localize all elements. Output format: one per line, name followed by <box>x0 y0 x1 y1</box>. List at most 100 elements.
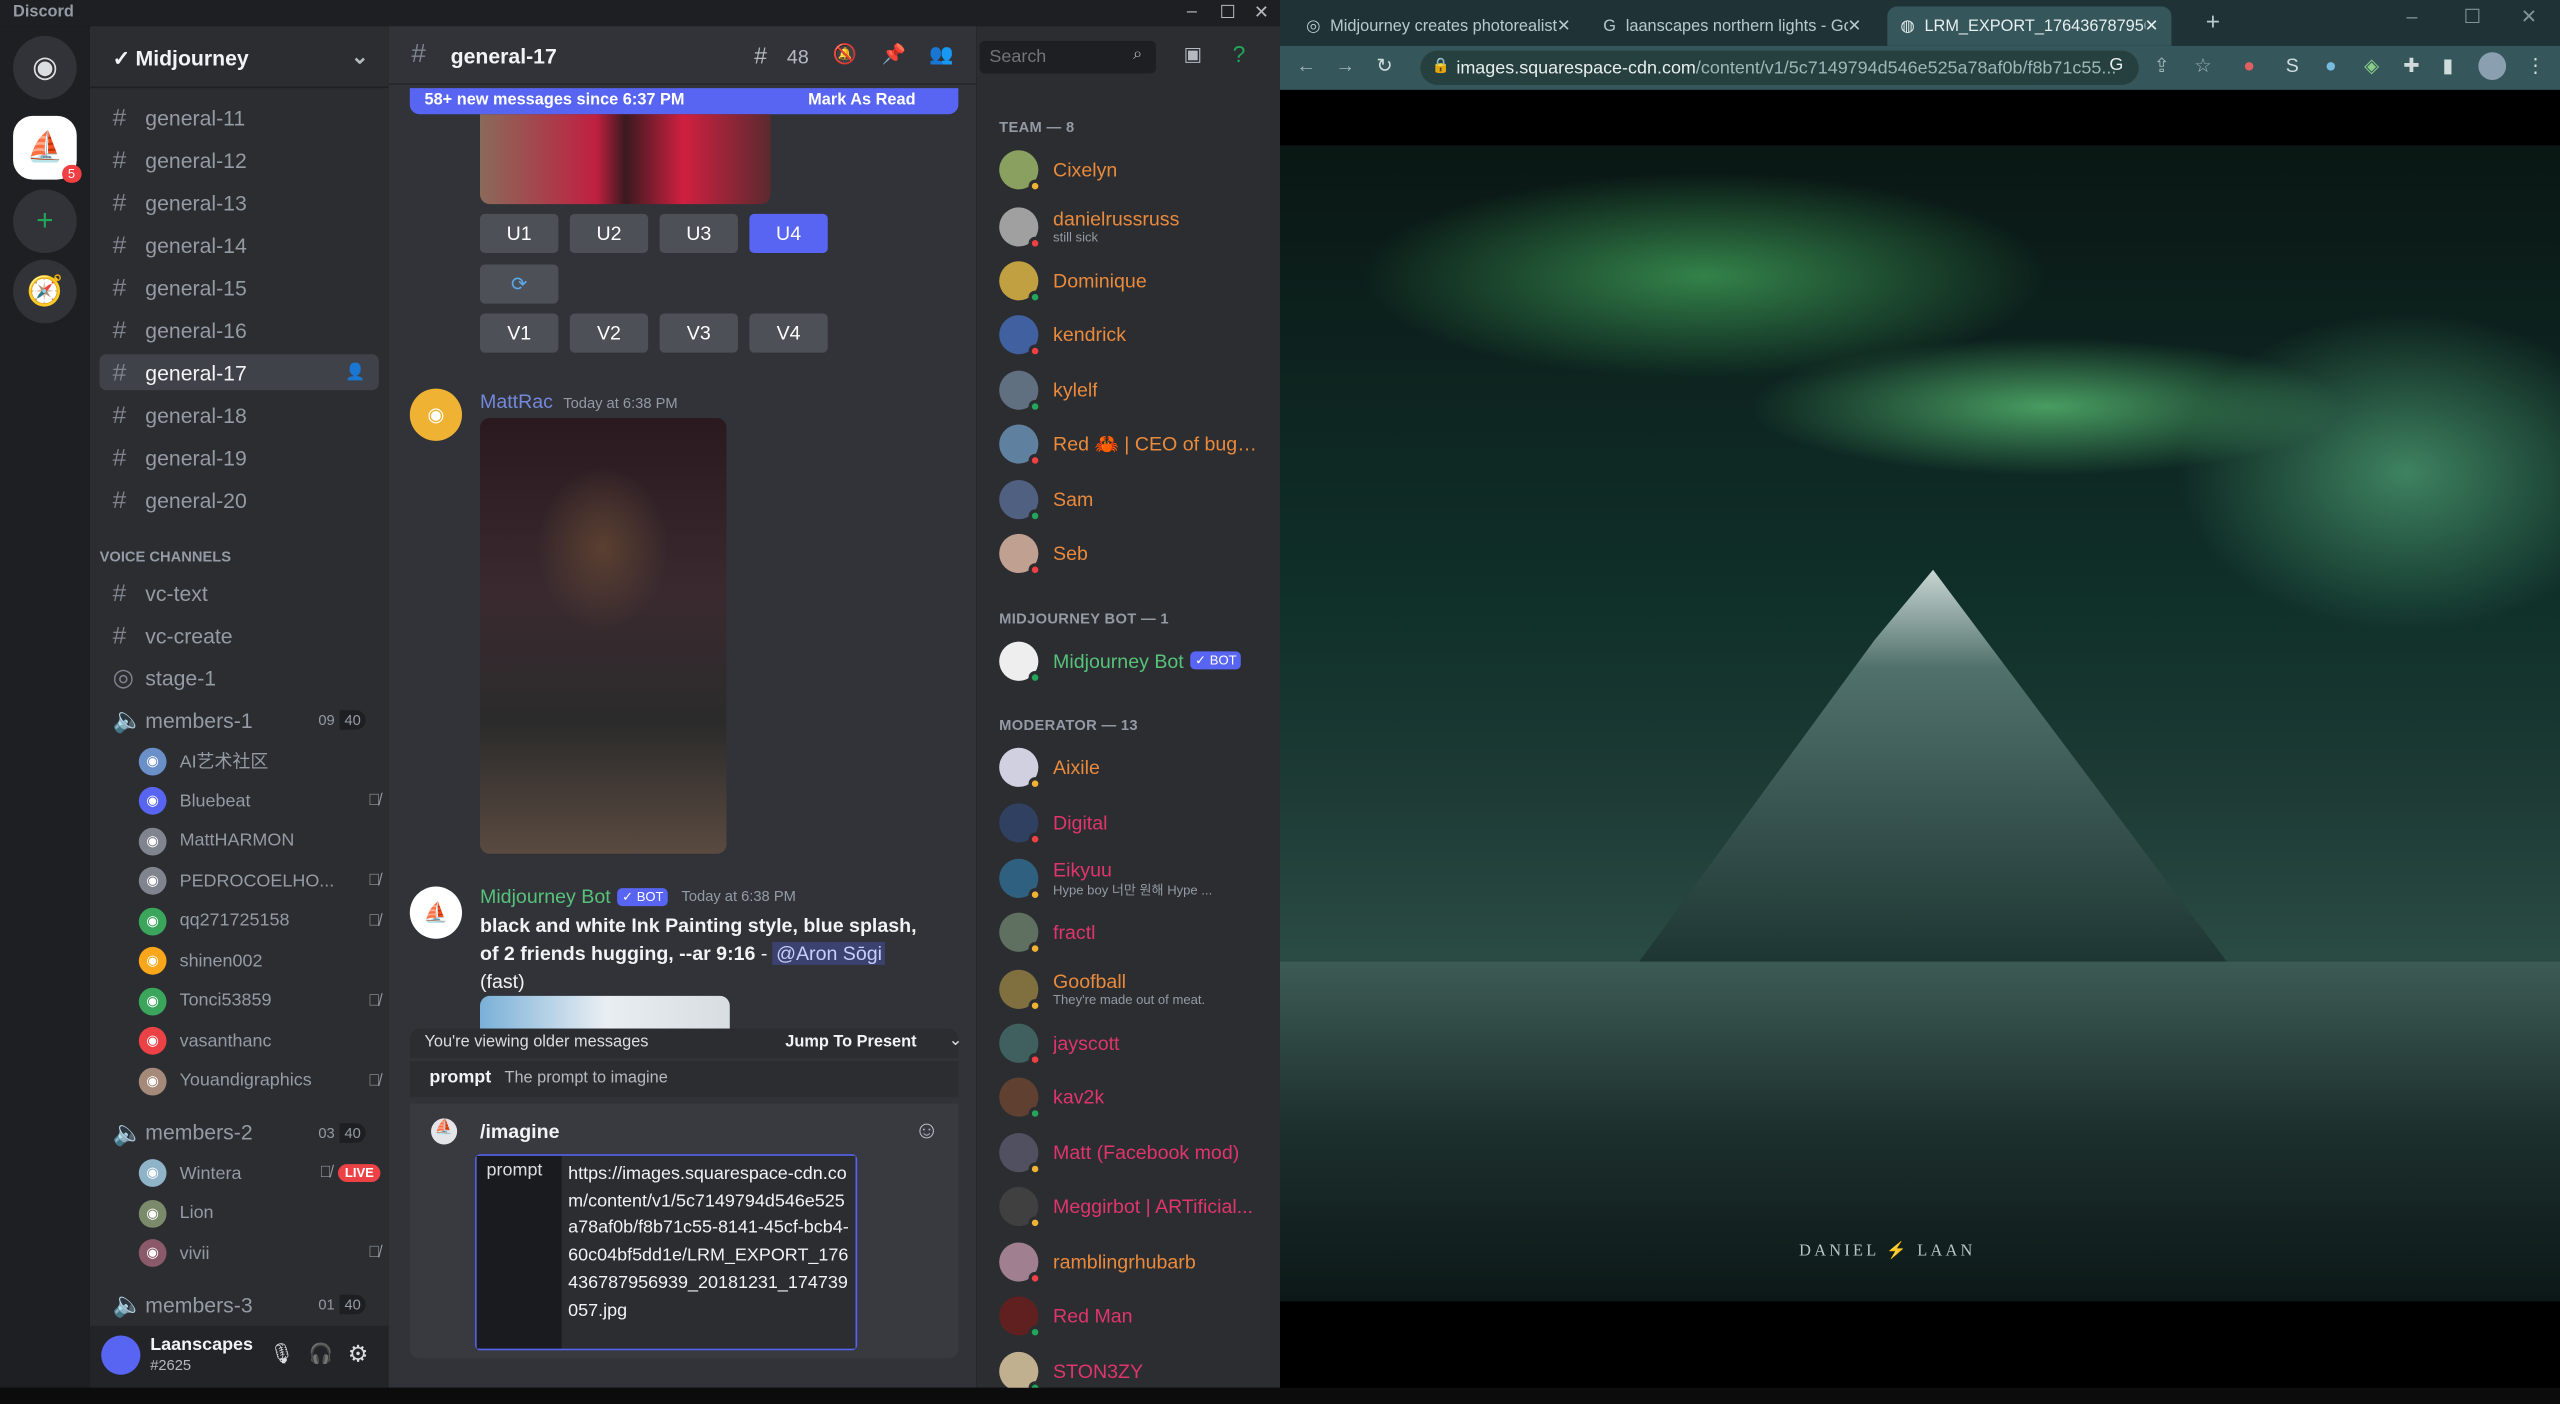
mark-as-read-button[interactable]: Mark As Read <box>808 91 915 109</box>
mute-bell-icon[interactable]: 🔕 <box>833 42 857 65</box>
settings-gear-icon[interactable]: ⚙ <box>348 1340 369 1368</box>
help-icon[interactable]: ? <box>1233 41 1246 67</box>
voice-user[interactable]: ◉ qq271725158 🎙̸ <box>138 903 380 939</box>
new-messages-banner[interactable]: 58+ new messages since 6:37 PM Mark As R… <box>409 88 959 115</box>
member-digital[interactable]: Digital <box>999 798 1277 847</box>
menu-kebab-icon[interactable]: ⋮ <box>2526 54 2546 77</box>
channel-general-12[interactable]: # general-12 <box>100 142 379 178</box>
side-panel-icon[interactable]: ▮ <box>2442 54 2453 77</box>
add-member-icon[interactable]: 👤 <box>345 363 365 381</box>
minimize-icon[interactable]: – <box>1187 2 1197 22</box>
member-sam[interactable]: Sam <box>999 474 1277 523</box>
inbox-icon[interactable]: ▣ <box>1184 42 1203 65</box>
bookmark-star-icon[interactable]: ☆ <box>2194 54 2212 77</box>
emoji-icon[interactable]: ☺ <box>914 1117 939 1145</box>
extension-s-icon[interactable]: S <box>2286 54 2299 77</box>
shield-extension-icon[interactable]: ◈ <box>2364 54 2379 77</box>
bot-avatar[interactable]: ⛵ <box>409 886 463 939</box>
member-goofball[interactable]: Goofball They're made out of meat. <box>999 962 1277 1014</box>
member-eikyuu[interactable]: Eikyuu Hype boy 너만 원해 Hype ... <box>999 852 1277 904</box>
member-dominique[interactable]: Dominique <box>999 256 1277 305</box>
voice-user[interactable]: ◉ vasanthanc <box>138 1023 381 1059</box>
member-cixelyn[interactable]: Cixelyn <box>999 145 1277 194</box>
voice-user[interactable]: ◉ PEDROCOELHO... 🎙̸ <box>138 863 380 899</box>
channel-vc-text[interactable]: # vc-text <box>100 575 379 611</box>
close-tab-icon[interactable]: ✕ <box>1557 17 1571 35</box>
variation-V1[interactable]: V1 <box>479 313 559 353</box>
pin-icon[interactable]: 📌 <box>882 42 906 65</box>
avatar[interactable]: ◉ <box>409 388 463 441</box>
voice-user[interactable]: ◉ Lion <box>138 1195 381 1231</box>
upscale-U2[interactable]: U2 <box>569 213 649 254</box>
jump-to-present-button[interactable]: Jump To Present <box>785 1033 916 1051</box>
headphones-icon[interactable]: 🎧 <box>309 1342 333 1365</box>
prompt-field[interactable]: prompt https://images.squarespace-cdn.co… <box>475 1154 858 1351</box>
user-avatar[interactable] <box>101 1335 141 1375</box>
member-meggirbot[interactable]: Meggirbot | ARTificial... <box>999 1182 1277 1231</box>
upscale-U1[interactable]: U1 <box>479 213 559 254</box>
channel-general-16[interactable]: # general-16 <box>100 312 379 348</box>
extension-icon[interactable]: ● <box>2243 54 2255 77</box>
reroll-button[interactable]: ⟳ <box>479 264 559 304</box>
upscale-U3[interactable]: U3 <box>659 213 738 254</box>
upscale-U4[interactable]: U4 <box>749 213 828 254</box>
channel-general-15[interactable]: # general-15 <box>100 269 379 305</box>
add-server-button[interactable]: + <box>13 189 77 254</box>
server-midjourney[interactable]: ⛵ 5 <box>13 115 82 183</box>
tab-midjourney[interactable]: ◎ Midjourney creates photorealisti ✕ <box>1293 7 1584 46</box>
member-red[interactable]: Red 🦀 | CEO of bugs ... <box>999 420 1277 469</box>
variation-V3[interactable]: V3 <box>659 313 738 353</box>
microphone-icon[interactable]: 🎙 <box>269 1342 294 1365</box>
close-icon[interactable]: ✕ <box>2521 5 2537 28</box>
color-picker-icon[interactable]: ● <box>2325 54 2337 77</box>
tab-image[interactable]: ◍ LRM_EXPORT_17643678795693✕ <box>1887 6 2172 46</box>
message-image[interactable] <box>479 417 727 854</box>
voice-channel-members-1[interactable]: 🔈 members-1 09 40 <box>100 702 379 738</box>
voice-user[interactable]: ◉ Youandigraphics 🎙̸ <box>138 1063 380 1099</box>
minimize-icon[interactable]: – <box>2407 5 2418 28</box>
member-jayscott[interactable]: jayscott <box>999 1018 1277 1067</box>
voice-user[interactable]: ◉ Bluebeat 🎙̸ <box>138 783 380 819</box>
channel-general-17[interactable]: # general-17 👤 <box>99 354 379 391</box>
member-ramblingrhubarb[interactable]: ramblingrhubarb <box>999 1237 1277 1286</box>
channel-stage[interactable]: ◎ stage-1 <box>100 660 379 696</box>
member-matt[interactable]: Matt (Facebook mod) <box>999 1127 1277 1176</box>
prompt-value[interactable]: https://images.squarespace-cdn.com/conte… <box>561 1155 856 1349</box>
voice-user[interactable]: ◉ vivii 🎙̸ <box>138 1235 380 1271</box>
voice-user[interactable]: ◉ Wintera 🎙̸ LIVE <box>138 1155 381 1191</box>
user-mention[interactable]: @Aron Sōgi <box>772 942 886 965</box>
forward-icon[interactable]: → <box>1336 54 1356 77</box>
close-tab-icon[interactable]: ✕ <box>1848 17 1862 35</box>
channel-general-20[interactable]: # general-20 <box>100 482 379 518</box>
voice-user[interactable]: ◉ shinen002 <box>138 943 381 979</box>
close-icon[interactable]: ✕ <box>1254 2 1269 23</box>
channel-general-19[interactable]: # general-19 <box>100 439 379 475</box>
variation-V2[interactable]: V2 <box>569 313 649 353</box>
voice-channel-members-2[interactable]: 🔈 members-2 03 40 <box>100 1114 379 1150</box>
voice-user[interactable]: ◉ AI艺术社区 <box>138 743 381 779</box>
share-icon[interactable]: ⇪ <box>2153 54 2169 77</box>
profile-avatar[interactable] <box>2478 52 2507 80</box>
explore-button[interactable]: 🧭 <box>13 259 77 324</box>
reload-icon[interactable]: ↻ <box>1376 54 1392 77</box>
server-header[interactable]: ✓ Midjourney ⌄ <box>89 26 389 89</box>
voice-channel-members-3[interactable]: 🔈 members-3 01 40 <box>100 1287 379 1323</box>
maximize-icon[interactable]: ☐ <box>1220 2 1236 23</box>
message-author[interactable]: MattRac <box>480 390 553 413</box>
channel-general-11[interactable]: # general-11 <box>100 100 379 136</box>
maximize-icon[interactable]: ☐ <box>2464 5 2482 28</box>
threads-icon[interactable]: # <box>754 42 767 68</box>
home-button[interactable]: ◉ <box>13 35 77 100</box>
google-lens-icon[interactable]: G <box>2109 56 2123 76</box>
search-input[interactable] <box>979 40 1156 74</box>
image-grid[interactable] <box>479 114 771 205</box>
member-fractl[interactable]: fractl <box>999 908 1277 957</box>
member-list-icon[interactable]: 👥 <box>929 42 953 65</box>
member-seb[interactable]: Seb <box>999 529 1277 578</box>
member-midjourney[interactable]: Midjourney Bot ✓ BOT <box>999 636 1277 685</box>
channel-general-14[interactable]: # general-14 <box>100 227 379 263</box>
voice-channels-header[interactable]: VOICE CHANNELS <box>100 549 231 565</box>
url-input[interactable]: 🔒 images.squarespace-cdn.com/content/v1/… <box>1420 50 2139 85</box>
new-tab-icon[interactable]: + <box>2206 8 2220 36</box>
result-image[interactable] <box>479 995 730 1029</box>
